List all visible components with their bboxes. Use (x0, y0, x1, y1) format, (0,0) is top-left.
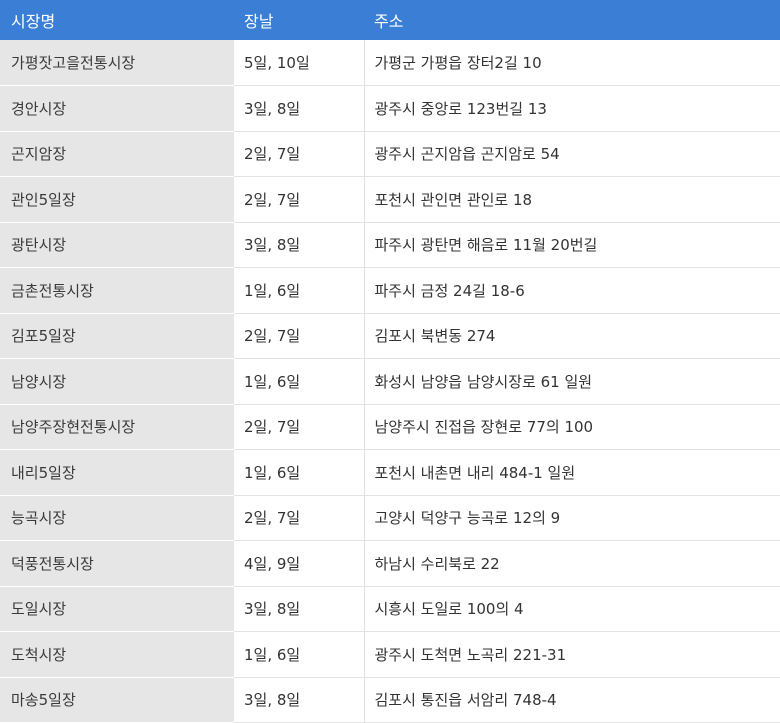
market-day-cell: 4일, 9일 (234, 540, 365, 587)
address-cell: 남양주시 진접읍 장현로 77의 100 (364, 404, 780, 450)
market-day-cell: 2일, 7일 (234, 131, 365, 177)
market-name-cell: 덕풍전통시장 (0, 540, 234, 587)
market-name-cell: 금촌전통시장 (0, 267, 234, 314)
market-name-cell: 남양시장 (0, 358, 234, 405)
market-name-cell: 도일시장 (0, 586, 234, 632)
market-day-cell: 5일, 10일 (234, 40, 365, 86)
market-day-cell: 2일, 7일 (234, 313, 365, 359)
market-day-cell: 3일, 8일 (234, 222, 365, 268)
market-name-cell: 가평잣고을전통시장 (0, 40, 234, 86)
market-day-cell: 3일, 8일 (234, 586, 365, 632)
address-cell: 김포시 통진읍 서암리 748-4 (364, 677, 780, 723)
table-row: 덕풍전통시장 4일, 9일 하남시 수리북로 22 (0, 540, 780, 587)
table-row: 도척시장 1일, 6일 광주시 도척면 노곡리 221-31 (0, 631, 780, 678)
market-day-cell: 3일, 8일 (234, 677, 365, 723)
address-cell: 가평군 가평읍 장터2길 10 (364, 40, 780, 86)
market-day-cell: 2일, 7일 (234, 495, 365, 541)
table-row: 곤지암장 2일, 7일 광주시 곤지암읍 곤지암로 54 (0, 131, 780, 177)
address-cell: 광주시 도척면 노곡리 221-31 (364, 631, 780, 678)
market-table: 시장명 장날 주소 가평잣고을전통시장 5일, 10일 가평군 가평읍 장터2길… (0, 0, 780, 723)
address-cell: 포천시 내촌면 내리 484-1 일원 (364, 449, 780, 496)
market-name-cell: 곤지암장 (0, 131, 234, 177)
table-row: 능곡시장 2일, 7일 고양시 덕양구 능곡로 12의 9 (0, 495, 780, 541)
header-market-day: 장날 (234, 0, 364, 40)
table-row: 금촌전통시장 1일, 6일 파주시 금정 24길 18-6 (0, 267, 780, 314)
address-cell: 시흥시 도일로 100의 4 (364, 586, 780, 632)
market-name-cell: 내리5일장 (0, 449, 234, 496)
market-name-cell: 광탄시장 (0, 222, 234, 268)
header-address: 주소 (364, 0, 780, 40)
market-name-cell: 마송5일장 (0, 677, 234, 723)
market-day-cell: 1일, 6일 (234, 631, 365, 678)
market-day-cell: 1일, 6일 (234, 267, 365, 314)
table-row: 마송5일장 3일, 8일 김포시 통진읍 서암리 748-4 (0, 677, 780, 723)
table-row: 도일시장 3일, 8일 시흥시 도일로 100의 4 (0, 586, 780, 632)
market-day-cell: 1일, 6일 (234, 358, 365, 405)
address-cell: 광주시 중앙로 123번길 13 (364, 85, 780, 132)
table-row: 내리5일장 1일, 6일 포천시 내촌면 내리 484-1 일원 (0, 449, 780, 496)
table-row: 김포5일장 2일, 7일 김포시 북변동 274 (0, 313, 780, 359)
address-cell: 화성시 남양읍 남양시장로 61 일원 (364, 358, 780, 405)
table-row: 남양주장현전통시장 2일, 7일 남양주시 진접읍 장현로 77의 100 (0, 404, 780, 450)
table-row: 광탄시장 3일, 8일 파주시 광탄면 해음로 11월 20번길 (0, 222, 780, 268)
market-name-cell: 도척시장 (0, 631, 234, 678)
header-market-name: 시장명 (0, 0, 234, 40)
table-header-row: 시장명 장날 주소 (0, 0, 780, 40)
market-day-cell: 3일, 8일 (234, 85, 365, 132)
market-name-cell: 능곡시장 (0, 495, 234, 541)
market-day-cell: 2일, 7일 (234, 404, 365, 450)
market-name-cell: 경안시장 (0, 85, 234, 132)
address-cell: 고양시 덕양구 능곡로 12의 9 (364, 495, 780, 541)
market-name-cell: 관인5일장 (0, 176, 234, 223)
table-row: 경안시장 3일, 8일 광주시 중앙로 123번길 13 (0, 85, 780, 132)
table-row: 남양시장 1일, 6일 화성시 남양읍 남양시장로 61 일원 (0, 358, 780, 405)
address-cell: 김포시 북변동 274 (364, 313, 780, 359)
market-day-cell: 1일, 6일 (234, 449, 365, 496)
address-cell: 광주시 곤지암읍 곤지암로 54 (364, 131, 780, 177)
address-cell: 파주시 광탄면 해음로 11월 20번길 (364, 222, 780, 268)
table-row: 가평잣고을전통시장 5일, 10일 가평군 가평읍 장터2길 10 (0, 40, 780, 86)
address-cell: 파주시 금정 24길 18-6 (364, 267, 780, 314)
address-cell: 하남시 수리북로 22 (364, 540, 780, 587)
market-day-cell: 2일, 7일 (234, 176, 365, 223)
address-cell: 포천시 관인면 관인로 18 (364, 176, 780, 223)
market-name-cell: 김포5일장 (0, 313, 234, 359)
table-row: 관인5일장 2일, 7일 포천시 관인면 관인로 18 (0, 176, 780, 223)
market-name-cell: 남양주장현전통시장 (0, 404, 234, 450)
